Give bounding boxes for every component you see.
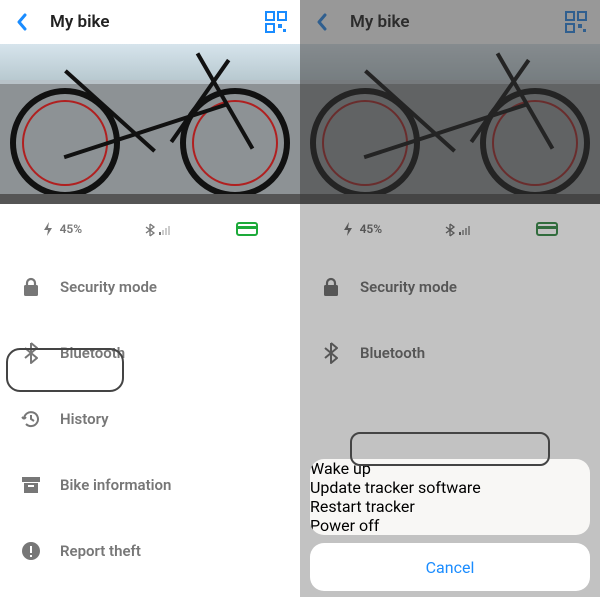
menu-report-theft[interactable]: Report theft xyxy=(0,518,300,584)
alert-icon xyxy=(20,540,42,562)
page-title: My bike xyxy=(50,12,109,32)
battery-text: 45% xyxy=(60,222,83,236)
menu-history-label: History xyxy=(60,410,109,428)
qr-icon xyxy=(265,11,287,33)
back-button[interactable] xyxy=(12,12,32,32)
menu-security-label: Security mode xyxy=(60,278,157,296)
sheet-update[interactable]: Update tracker software xyxy=(310,478,590,497)
status-bar: 45% xyxy=(0,204,300,254)
lock-icon xyxy=(20,276,42,298)
menu-history[interactable]: History xyxy=(0,386,300,452)
card-status xyxy=(236,222,258,236)
archive-icon xyxy=(20,474,42,496)
battery-status: 45% xyxy=(42,222,83,236)
bt-signal xyxy=(145,221,173,237)
sheet-restart[interactable]: Restart tracker xyxy=(310,497,590,516)
qr-scan-button[interactable] xyxy=(264,10,288,34)
history-icon xyxy=(20,408,42,430)
card-icon xyxy=(236,222,258,236)
bluetooth-icon xyxy=(20,342,42,364)
action-sheet: Wake up Update tracker software Restart … xyxy=(310,459,590,591)
chevron-left-icon xyxy=(15,13,29,31)
menu-list: Security mode Bluetooth History Bike inf… xyxy=(0,254,300,584)
sheet-power-off[interactable]: Power off xyxy=(310,516,590,535)
screen-right: My bike 45% xyxy=(300,0,600,597)
bike-photo xyxy=(0,44,300,204)
menu-report-theft-label: Report theft xyxy=(60,542,141,560)
menu-bluetooth-label: Bluetooth xyxy=(60,344,125,362)
sheet-cancel[interactable]: Cancel xyxy=(310,543,590,591)
sheet-wake[interactable]: Wake up xyxy=(310,459,590,478)
header: My bike xyxy=(0,0,300,44)
menu-security[interactable]: Security mode xyxy=(0,254,300,320)
screen-left: My bike 45% xyxy=(0,0,300,597)
bluetooth-signal-icon xyxy=(145,221,173,237)
bolt-icon xyxy=(42,222,54,236)
menu-bike-info[interactable]: Bike information xyxy=(0,452,300,518)
menu-bluetooth[interactable]: Bluetooth xyxy=(0,320,300,386)
menu-bike-info-label: Bike information xyxy=(60,476,171,494)
